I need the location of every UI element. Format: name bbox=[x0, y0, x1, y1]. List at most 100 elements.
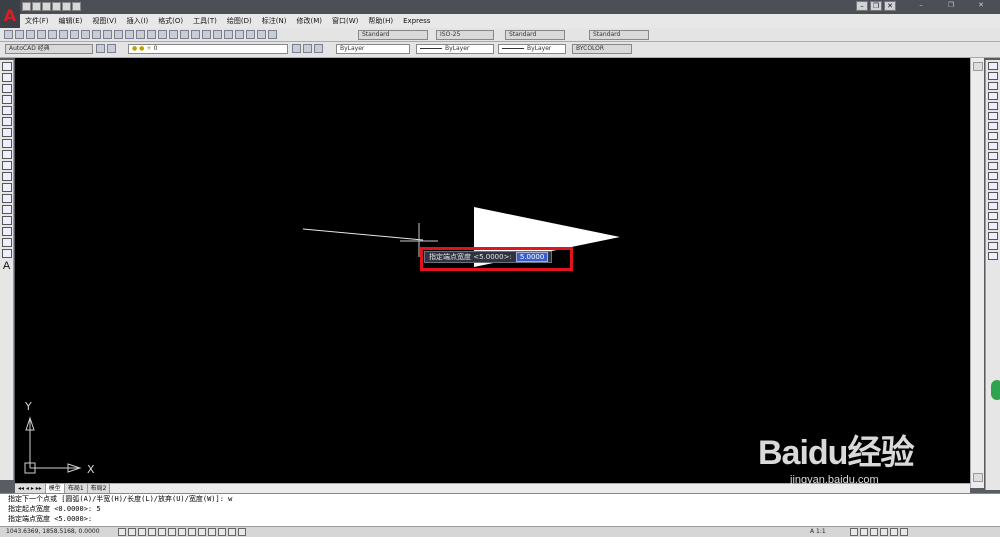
layer-manager-icon[interactable] bbox=[107, 44, 116, 53]
hardware-acceleration-icon[interactable] bbox=[880, 528, 888, 536]
design-center-icon[interactable] bbox=[213, 30, 222, 39]
command-prompt-line[interactable]: 指定端点宽度 <5.0000>: bbox=[8, 514, 1000, 524]
plotstyle-select[interactable]: BYCOLOR bbox=[572, 44, 632, 54]
3d-object-snap-icon[interactable] bbox=[168, 528, 176, 536]
polygon-icon[interactable] bbox=[2, 95, 12, 104]
annotation-scale[interactable]: A 1:1 bbox=[810, 528, 826, 535]
workspace-settings-icon[interactable] bbox=[96, 44, 105, 53]
redo-tool-icon[interactable] bbox=[147, 30, 156, 39]
transparency-icon[interactable] bbox=[218, 528, 226, 536]
block-editor-icon[interactable] bbox=[125, 30, 134, 39]
ellipse-icon[interactable] bbox=[2, 161, 12, 170]
grid-display-icon[interactable] bbox=[128, 528, 136, 536]
match-properties-icon[interactable] bbox=[114, 30, 123, 39]
make-current-icon[interactable] bbox=[292, 44, 301, 53]
autocad-logo-icon[interactable]: A bbox=[0, 0, 20, 30]
chamfer-icon[interactable] bbox=[988, 202, 998, 210]
object-snap-tracking-icon[interactable] bbox=[178, 528, 186, 536]
text-style-select[interactable]: Standard bbox=[358, 30, 428, 40]
copy-icon[interactable] bbox=[92, 30, 101, 39]
object-snap-icon[interactable] bbox=[158, 528, 166, 536]
undo-tool-icon[interactable] bbox=[136, 30, 145, 39]
gradient-icon[interactable] bbox=[2, 227, 12, 236]
publish-icon[interactable] bbox=[59, 30, 68, 39]
move-icon[interactable] bbox=[988, 112, 998, 120]
table-icon[interactable] bbox=[2, 249, 12, 258]
hatch-icon[interactable] bbox=[2, 216, 12, 225]
layer-state-icon[interactable] bbox=[314, 44, 323, 53]
floating-assistant-icon[interactable] bbox=[991, 380, 1000, 400]
offset-icon[interactable] bbox=[988, 92, 998, 100]
tool-palettes-icon[interactable] bbox=[224, 30, 233, 39]
arc-icon[interactable] bbox=[2, 117, 12, 126]
linetype-select[interactable]: ByLayer bbox=[416, 44, 494, 54]
zoom-realtime-icon[interactable] bbox=[169, 30, 178, 39]
clean-screen-icon[interactable] bbox=[900, 528, 908, 536]
mirror-icon[interactable] bbox=[988, 82, 998, 90]
dimension-style-tool-icon[interactable] bbox=[988, 252, 998, 260]
menu-draw[interactable]: 绘图(D) bbox=[222, 16, 257, 26]
dynamic-ucs-icon[interactable] bbox=[188, 528, 196, 536]
vertical-scrollbar[interactable] bbox=[970, 58, 984, 488]
menu-dimension[interactable]: 标注(N) bbox=[257, 16, 292, 26]
region-icon[interactable] bbox=[2, 238, 12, 247]
isolate-objects-icon[interactable] bbox=[890, 528, 898, 536]
multiline-text-icon[interactable]: A bbox=[0, 260, 13, 272]
layer-select[interactable]: ● ● ☀ 0 bbox=[128, 44, 288, 54]
workspace-select[interactable]: AutoCAD 经典 bbox=[5, 44, 93, 54]
multileader-style-select[interactable]: Standard bbox=[589, 30, 649, 40]
insert-block-icon[interactable] bbox=[2, 183, 12, 192]
polyline-icon[interactable] bbox=[2, 84, 12, 93]
rotate-icon[interactable] bbox=[988, 122, 998, 130]
point-icon[interactable] bbox=[2, 205, 12, 214]
3d-dwf-icon[interactable] bbox=[70, 30, 79, 39]
quickcalc-icon[interactable] bbox=[257, 30, 266, 39]
ellipse-arc-icon[interactable] bbox=[2, 172, 12, 181]
menu-window[interactable]: 窗口(W) bbox=[327, 16, 363, 26]
print-icon[interactable] bbox=[52, 2, 61, 11]
paste-icon[interactable] bbox=[103, 30, 112, 39]
help-icon[interactable] bbox=[268, 30, 277, 39]
scroll-up-icon[interactable] bbox=[973, 62, 983, 71]
text-style-tool-icon[interactable] bbox=[988, 242, 998, 250]
trim-icon[interactable] bbox=[988, 152, 998, 160]
sheet-set-icon[interactable] bbox=[235, 30, 244, 39]
menu-file[interactable]: 文件(F) bbox=[20, 16, 54, 26]
array-icon[interactable] bbox=[988, 102, 998, 110]
markup-icon[interactable] bbox=[246, 30, 255, 39]
tab-layout2[interactable]: 布局2 bbox=[87, 484, 111, 493]
workspace-switch-icon[interactable] bbox=[860, 528, 868, 536]
break-at-point-icon[interactable] bbox=[988, 172, 998, 180]
ortho-mode-icon[interactable] bbox=[138, 528, 146, 536]
zoom-window-icon[interactable] bbox=[180, 30, 189, 39]
revcloud-icon[interactable] bbox=[2, 139, 12, 148]
color-select[interactable]: ByLayer bbox=[336, 44, 410, 54]
explode-icon[interactable] bbox=[988, 222, 998, 230]
snap-mode-icon[interactable] bbox=[118, 528, 126, 536]
polar-tracking-icon[interactable] bbox=[148, 528, 156, 536]
open-icon[interactable] bbox=[32, 2, 41, 11]
zoom-previous-icon[interactable] bbox=[191, 30, 200, 39]
erase-icon[interactable] bbox=[988, 62, 998, 70]
tab-model[interactable]: 模型 bbox=[45, 484, 65, 493]
join-icon[interactable] bbox=[988, 192, 998, 200]
menu-express[interactable]: Express bbox=[398, 17, 435, 25]
line-icon[interactable] bbox=[2, 62, 12, 71]
copy-object-icon[interactable] bbox=[988, 72, 998, 80]
dim-style-select[interactable]: ISO-25 bbox=[436, 30, 494, 40]
undo-icon[interactable] bbox=[62, 2, 71, 11]
save-icon[interactable] bbox=[42, 2, 51, 11]
menu-format[interactable]: 格式(O) bbox=[153, 16, 188, 26]
cut-icon[interactable] bbox=[81, 30, 90, 39]
rectangle-icon[interactable] bbox=[2, 106, 12, 115]
properties-icon[interactable] bbox=[202, 30, 211, 39]
extend-icon[interactable] bbox=[988, 162, 998, 170]
menu-modify[interactable]: 修改(M) bbox=[291, 16, 327, 26]
menu-help[interactable]: 帮助(H) bbox=[363, 16, 398, 26]
lineweight-select[interactable]: ByLayer bbox=[498, 44, 566, 54]
close-icon[interactable]: ✕ bbox=[884, 1, 896, 11]
menu-tools[interactable]: 工具(T) bbox=[188, 16, 222, 26]
tab-layout1[interactable]: 布局1 bbox=[64, 484, 88, 493]
circle-icon[interactable] bbox=[2, 128, 12, 137]
annotation-visibility-icon[interactable] bbox=[850, 528, 858, 536]
